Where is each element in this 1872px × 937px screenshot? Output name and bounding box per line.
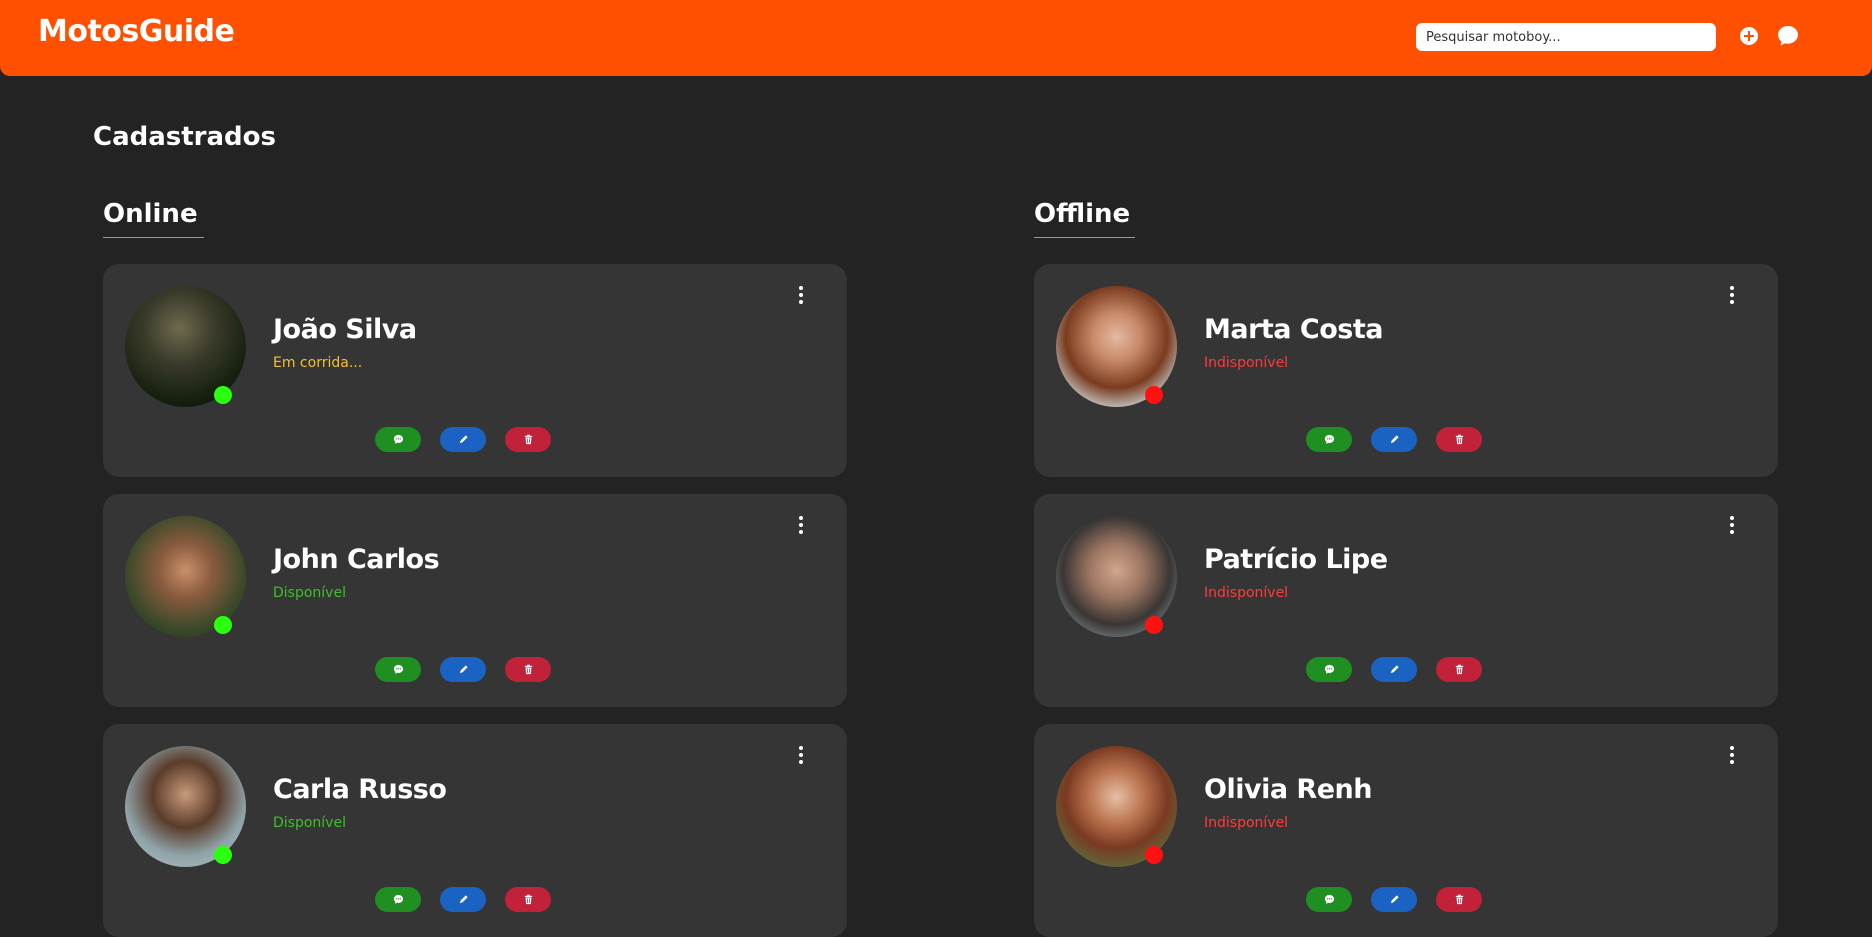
trash-icon: [524, 664, 532, 675]
delete-button[interactable]: [1436, 657, 1482, 682]
rider-name: Marta Costa: [1204, 314, 1384, 345]
kebab-menu-icon[interactable]: [1724, 744, 1740, 766]
add-button[interactable]: [1737, 24, 1761, 48]
card-actions: [375, 427, 551, 452]
offline-status-dot: [1145, 386, 1163, 404]
offline-status-dot: [1145, 616, 1163, 634]
rider-status: Disponível: [273, 815, 346, 831]
offline-status-dot: [1145, 846, 1163, 864]
trash-icon: [1455, 434, 1463, 445]
card-actions: [375, 657, 551, 682]
chat-button[interactable]: [1306, 657, 1352, 682]
delete-button[interactable]: [505, 657, 551, 682]
kebab-menu-icon[interactable]: [1724, 284, 1740, 306]
card-actions: [1306, 887, 1482, 912]
chat-button[interactable]: [375, 427, 421, 452]
chat-bubble-icon: [1778, 26, 1798, 46]
moto-card: Marta Costa Indisponível: [1034, 264, 1778, 477]
top-navbar: MotosGuide: [0, 0, 1872, 76]
rider-name: João Silva: [273, 314, 417, 345]
edit-button[interactable]: [440, 427, 486, 452]
pencil-icon: [459, 435, 468, 444]
chat-icon: [393, 664, 403, 674]
trash-icon: [524, 894, 532, 905]
app-logo[interactable]: MotosGuide: [38, 14, 235, 49]
pencil-icon: [1390, 895, 1399, 904]
moto-card: João Silva Em corrida...: [103, 264, 847, 477]
pencil-icon: [459, 665, 468, 674]
pencil-icon: [459, 895, 468, 904]
edit-button[interactable]: [1371, 427, 1417, 452]
rider-status: Em corrida...: [273, 355, 363, 371]
online-status-dot: [214, 846, 232, 864]
rider-name: John Carlos: [273, 544, 440, 575]
kebab-menu-icon[interactable]: [793, 744, 809, 766]
rider-name: Carla Russo: [273, 774, 447, 805]
pencil-icon: [1390, 435, 1399, 444]
delete-button[interactable]: [505, 887, 551, 912]
search-input[interactable]: [1416, 23, 1716, 51]
trash-icon: [1455, 894, 1463, 905]
messages-button[interactable]: [1776, 24, 1800, 48]
chat-icon: [1324, 664, 1334, 674]
moto-card: Carla Russo Disponível: [103, 724, 847, 937]
pencil-icon: [1390, 665, 1399, 674]
card-actions: [1306, 427, 1482, 452]
chat-icon: [393, 434, 403, 444]
page-title: Cadastrados: [93, 122, 277, 152]
chat-button[interactable]: [375, 887, 421, 912]
online-status-dot: [214, 386, 232, 404]
moto-card: Olivia Renh Indisponível: [1034, 724, 1778, 937]
rider-name: Olivia Renh: [1204, 774, 1372, 805]
chat-button[interactable]: [1306, 887, 1352, 912]
rider-name: Patrício Lipe: [1204, 544, 1388, 575]
online-status-dot: [214, 616, 232, 634]
card-actions: [375, 887, 551, 912]
edit-button[interactable]: [1371, 887, 1417, 912]
kebab-menu-icon[interactable]: [793, 284, 809, 306]
edit-button[interactable]: [440, 657, 486, 682]
rider-status: Indisponível: [1204, 585, 1289, 601]
chat-icon: [1324, 894, 1334, 904]
kebab-menu-icon[interactable]: [793, 514, 809, 536]
moto-card: John Carlos Disponível: [103, 494, 847, 707]
delete-button[interactable]: [1436, 427, 1482, 452]
plus-circle-icon: [1740, 27, 1758, 45]
delete-button[interactable]: [505, 427, 551, 452]
online-column-title: Online: [103, 199, 204, 238]
rider-status: Indisponível: [1204, 355, 1289, 371]
chat-button[interactable]: [375, 657, 421, 682]
chat-button[interactable]: [1306, 427, 1352, 452]
kebab-menu-icon[interactable]: [1724, 514, 1740, 536]
rider-status: Disponível: [273, 585, 346, 601]
trash-icon: [1455, 664, 1463, 675]
rider-status: Indisponível: [1204, 815, 1289, 831]
edit-button[interactable]: [440, 887, 486, 912]
offline-column-title: Offline: [1034, 199, 1135, 238]
chat-icon: [1324, 434, 1334, 444]
edit-button[interactable]: [1371, 657, 1417, 682]
trash-icon: [524, 434, 532, 445]
card-actions: [1306, 657, 1482, 682]
moto-card: Patrício Lipe Indisponível: [1034, 494, 1778, 707]
chat-icon: [393, 894, 403, 904]
delete-button[interactable]: [1436, 887, 1482, 912]
